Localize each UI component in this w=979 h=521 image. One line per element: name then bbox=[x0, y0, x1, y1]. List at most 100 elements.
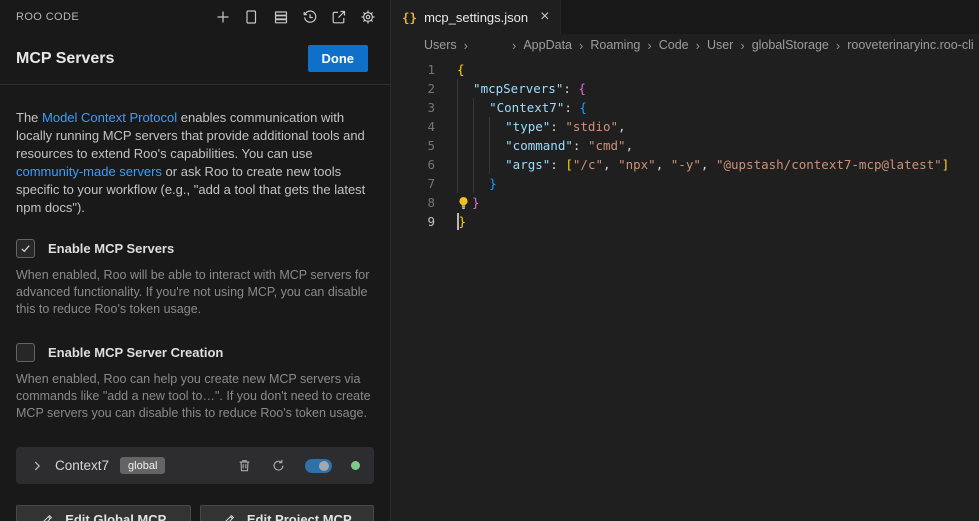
indent-guide bbox=[489, 136, 505, 155]
restart-server-icon[interactable] bbox=[271, 458, 286, 473]
chevron-right-icon: › bbox=[740, 38, 744, 53]
indent-guide bbox=[457, 136, 473, 155]
toggle-row: Enable MCP Servers bbox=[16, 239, 374, 258]
code-token: : bbox=[564, 98, 579, 117]
line-number: 8 bbox=[391, 193, 435, 212]
tab-mcp-settings-json[interactable]: {} mcp_settings.json × bbox=[391, 0, 561, 34]
panel-header-icons bbox=[215, 9, 376, 25]
breadcrumb-item[interactable]: Roaming bbox=[590, 38, 640, 52]
edit-mcp-buttons: Edit Global MCP Edit Project MCP bbox=[16, 505, 374, 521]
line-number: 3 bbox=[391, 98, 435, 117]
json-file-icon: {} bbox=[402, 10, 417, 25]
code-token: "/c" bbox=[573, 155, 603, 174]
extension-title: ROO CODE bbox=[16, 11, 79, 23]
plus-icon[interactable] bbox=[215, 9, 231, 25]
enable-mcp-servers-label: Enable MCP Servers bbox=[48, 241, 174, 256]
chevron-right-icon: › bbox=[836, 38, 840, 53]
code-token: : bbox=[563, 79, 578, 98]
open-in-editor-icon[interactable] bbox=[331, 9, 347, 25]
code-token: "stdio" bbox=[565, 117, 618, 136]
breadcrumb: Users››AppData›Roaming›Code›User›globalS… bbox=[391, 34, 979, 56]
panel-body: The Model Context Protocol enables commu… bbox=[0, 85, 390, 521]
edit-global-mcp-button[interactable]: Edit Global MCP bbox=[16, 505, 191, 521]
code-token: "@upstash/context7-mcp@latest" bbox=[716, 155, 942, 174]
breadcrumb-item[interactable]: rooveterinaryinc.roo-cli bbox=[847, 38, 973, 52]
enable-mcp-creation-checkbox[interactable] bbox=[16, 343, 35, 362]
code-line[interactable]: 2"mcpServers": { bbox=[391, 79, 979, 98]
history-icon[interactable] bbox=[302, 9, 318, 25]
chevron-right-icon: › bbox=[579, 38, 583, 53]
line-number: 5 bbox=[391, 136, 435, 155]
code-line[interactable]: 1{ bbox=[391, 60, 979, 79]
code-token: { bbox=[457, 60, 465, 79]
code-token: : bbox=[573, 136, 588, 155]
indent-guide bbox=[457, 79, 473, 98]
edit-project-mcp-button[interactable]: Edit Project MCP bbox=[200, 505, 375, 521]
code-token: [ bbox=[565, 155, 573, 174]
code-line[interactable]: 7} bbox=[391, 174, 979, 193]
panel-header: ROO CODE bbox=[0, 0, 390, 33]
roo-code-panel: ROO CODE bbox=[0, 0, 391, 521]
chevron-right-icon[interactable] bbox=[30, 459, 44, 473]
breadcrumb-item[interactable]: Code bbox=[659, 38, 689, 52]
chevron-right-icon: › bbox=[696, 38, 700, 53]
code-token: } bbox=[489, 174, 497, 193]
indent-guide bbox=[489, 117, 505, 136]
server-row-context7[interactable]: Context7 global bbox=[16, 447, 374, 484]
indent-guide bbox=[457, 117, 473, 136]
enable-mcp-servers-checkbox[interactable] bbox=[16, 239, 35, 258]
code-token: "npx" bbox=[618, 155, 656, 174]
mcp-servers-icon[interactable] bbox=[273, 9, 289, 25]
enable-mcp-creation-label: Enable MCP Server Creation bbox=[48, 345, 223, 360]
code-line[interactable]: 8} bbox=[391, 193, 979, 212]
code-token: , bbox=[603, 155, 618, 174]
page-title-row: MCP Servers Done bbox=[0, 33, 390, 84]
vscode-window: ROO CODE bbox=[0, 0, 979, 521]
code-token: ] bbox=[942, 155, 950, 174]
code-token: , bbox=[626, 136, 634, 155]
close-tab-icon[interactable]: × bbox=[540, 9, 549, 25]
lightbulb-icon[interactable] bbox=[457, 193, 472, 212]
breadcrumb-item[interactable]: User bbox=[707, 38, 733, 52]
breadcrumb-item[interactable]: AppData bbox=[523, 38, 572, 52]
chevron-right-icon: › bbox=[464, 38, 468, 53]
code-token: , bbox=[656, 155, 671, 174]
line-number: 9 bbox=[391, 212, 435, 231]
code-token: "type" bbox=[505, 117, 550, 136]
code-token: "args" bbox=[505, 155, 550, 174]
model-context-protocol-link[interactable]: Model Context Protocol bbox=[42, 110, 177, 125]
prompts-icon[interactable] bbox=[244, 9, 260, 25]
code-line[interactable]: 3"Context7": { bbox=[391, 98, 979, 117]
page-title: MCP Servers bbox=[16, 50, 114, 68]
toggle-knob bbox=[319, 461, 329, 471]
breadcrumb-item[interactable]: globalStorage bbox=[752, 38, 829, 52]
code-token: } bbox=[459, 212, 467, 231]
tab-bar: {} mcp_settings.json × bbox=[391, 0, 979, 34]
code-line[interactable]: 5"command": "cmd", bbox=[391, 136, 979, 155]
code-token: "cmd" bbox=[588, 136, 626, 155]
server-enabled-toggle[interactable] bbox=[305, 459, 332, 473]
indent-guide bbox=[457, 174, 473, 193]
code-line[interactable]: 9} bbox=[391, 212, 979, 231]
code-token: } bbox=[472, 193, 480, 212]
code-editor[interactable]: 1{2 "mcpServers": {3"Context7": {4"type":… bbox=[391, 56, 979, 521]
code-line[interactable]: 6"args": ["/c", "npx", "-y", "@upstash/c… bbox=[391, 155, 979, 174]
code-token: "-y" bbox=[671, 155, 701, 174]
delete-server-icon[interactable] bbox=[237, 458, 252, 473]
mcp-intro-text: The Model Context Protocol enables commu… bbox=[16, 109, 374, 217]
server-status-dot bbox=[351, 461, 360, 470]
settings-gear-icon[interactable] bbox=[360, 9, 376, 25]
enable-mcp-servers-section: Enable MCP Servers When enabled, Roo wil… bbox=[16, 239, 374, 318]
community-made-servers-link[interactable]: community-made servers bbox=[16, 164, 162, 179]
server-name: Context7 bbox=[55, 458, 109, 473]
toggle-row: Enable MCP Server Creation bbox=[16, 343, 374, 362]
breadcrumb-item[interactable]: Users bbox=[424, 38, 457, 52]
pencil-icon bbox=[222, 513, 236, 521]
indent-guide bbox=[473, 136, 489, 155]
code-token: "mcpServers" bbox=[473, 79, 563, 98]
code-line[interactable]: 4"type": "stdio", bbox=[391, 117, 979, 136]
line-number: 2 bbox=[391, 79, 435, 98]
done-button[interactable]: Done bbox=[308, 45, 369, 72]
indent-guide bbox=[489, 155, 505, 174]
code-token: , bbox=[701, 155, 716, 174]
